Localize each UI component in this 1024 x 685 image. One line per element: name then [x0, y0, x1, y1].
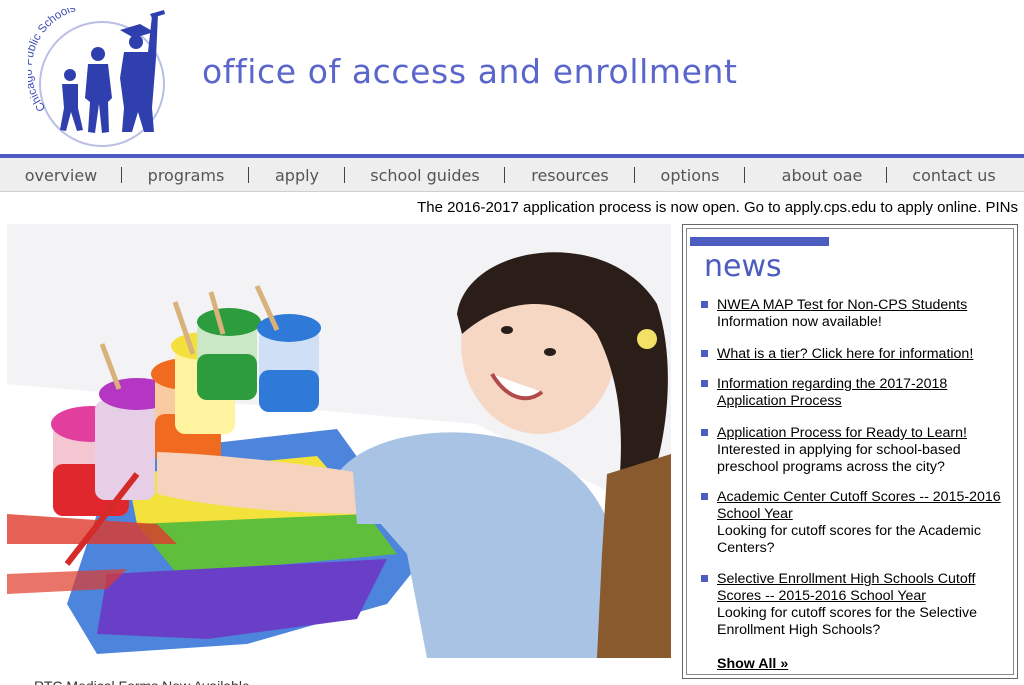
news-item: Selective Enrollment High Schools Cutoff… [701, 571, 1001, 639]
news-panel: news NWEA MAP Test for Non-CPS Students … [682, 224, 1018, 679]
nav-separator [744, 167, 745, 183]
nav-separator [634, 167, 635, 183]
news-item: Academic Center Cutoff Scores -- 2015-20… [701, 489, 1001, 557]
bullet-icon [701, 493, 708, 500]
news-link[interactable]: Selective Enrollment High Schools Cutoff… [717, 571, 1001, 605]
chicago-public-schools-logo[interactable]: Chicago Public Schools [28, 8, 168, 148]
nav-item-apply[interactable]: apply [262, 158, 332, 192]
news-description: Information now available! [717, 314, 882, 330]
bullet-icon [701, 380, 708, 387]
nav-separator [121, 167, 122, 183]
bullet-icon [701, 301, 708, 308]
bullet-icon [701, 575, 708, 582]
news-panel-inner: news NWEA MAP Test for Non-CPS Students … [686, 228, 1014, 675]
news-item: Information regarding the 2017-2018 Appl… [701, 376, 1001, 410]
news-item: What is a tier? Click here for informati… [701, 346, 1001, 363]
bullet-icon [701, 429, 708, 436]
nav-separator [886, 167, 887, 183]
nav-separator [344, 167, 345, 183]
news-link[interactable]: Academic Center Cutoff Scores -- 2015-20… [717, 489, 1001, 523]
main-nav: overview programs apply school guides re… [0, 158, 1024, 192]
bottom-announcement[interactable]: RTC Medical Forms Now Available [34, 679, 250, 685]
ticker-text: The 2016-2017 application process is now… [417, 199, 1018, 216]
page-title: office of access and enrollment [202, 52, 738, 91]
news-link[interactable]: Application Process for Ready to Learn! [717, 425, 1001, 442]
nav-separator [504, 167, 505, 183]
news-accent-bar [690, 237, 829, 246]
news-item: NWEA MAP Test for Non-CPS Students Infor… [701, 297, 1001, 331]
news-description: Looking for cutoff scores for the Select… [717, 605, 977, 638]
nav-item-overview[interactable]: overview [14, 158, 108, 192]
bullet-icon [701, 350, 708, 357]
news-link[interactable]: What is a tier? Click here for informati… [717, 346, 1001, 363]
news-item: Application Process for Ready to Learn! … [701, 425, 1001, 476]
nav-item-about-oae[interactable]: about oae [768, 158, 876, 192]
hero-image-child-painting [7, 224, 671, 658]
page-header: Chicago Public Schools office of access … [0, 0, 1024, 154]
announcement-ticker[interactable]: The 2016-2017 application process is now… [0, 193, 1024, 221]
nav-separator [248, 167, 249, 183]
news-description: Looking for cutoff scores for the Academ… [717, 523, 981, 556]
show-all-link[interactable]: Show All » [717, 656, 788, 672]
news-description: Interested in applying for school-based … [717, 442, 961, 475]
nav-item-options[interactable]: options [648, 158, 732, 192]
news-link[interactable]: Information regarding the 2017-2018 Appl… [717, 376, 1001, 410]
nav-item-resources[interactable]: resources [518, 158, 622, 192]
nav-item-school-guides[interactable]: school guides [358, 158, 492, 192]
nav-item-programs[interactable]: programs [135, 158, 237, 192]
news-title: news [704, 249, 782, 284]
news-link[interactable]: NWEA MAP Test for Non-CPS Students [717, 297, 1001, 314]
nav-item-contact-us[interactable]: contact us [900, 158, 1008, 192]
